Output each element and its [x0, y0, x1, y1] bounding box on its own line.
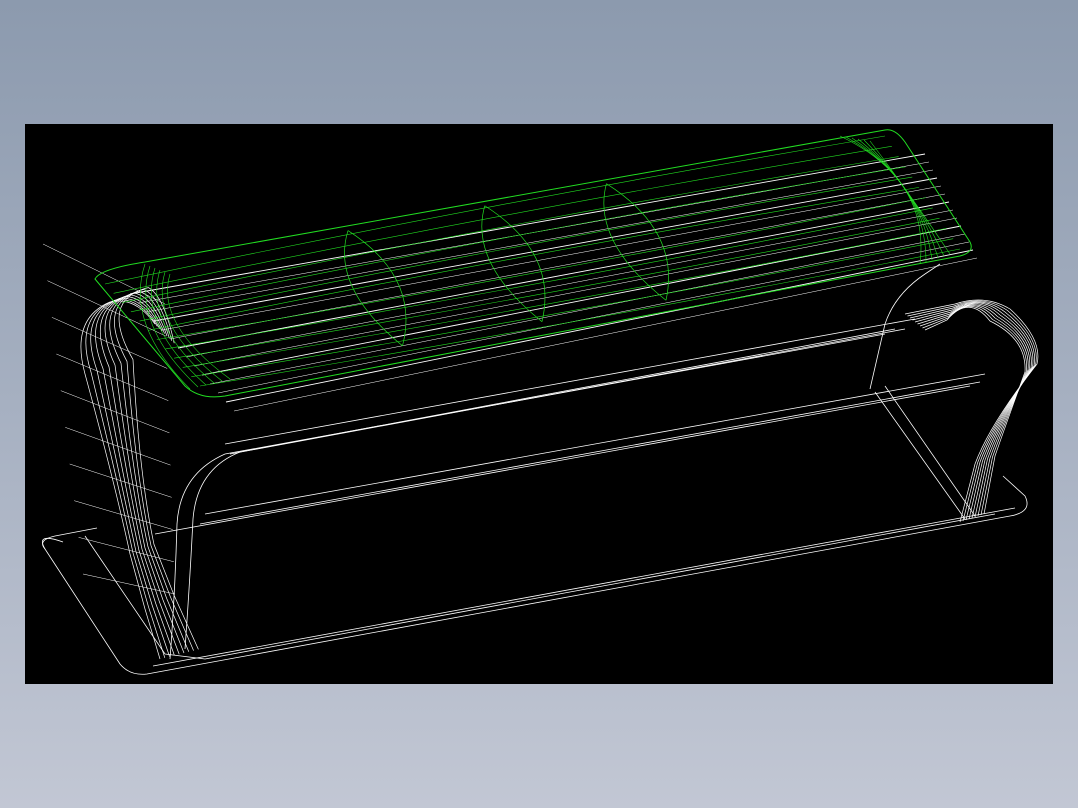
cushion-contour — [199, 248, 961, 387]
left-leg-inner-sweep — [169, 333, 886, 660]
left-leg-inner-sweep-2 — [184, 328, 896, 650]
base-frame-wireframe — [41, 153, 1039, 675]
cushion-contour — [130, 166, 906, 313]
wireframe-drawing — [41, 129, 1039, 675]
right-leg-inner-diagonal-2 — [884, 385, 976, 517]
base-plate-inner-edge — [152, 507, 1016, 667]
cushion-left-end — [156, 269, 215, 384]
seat-cushion-wireframe — [94, 129, 972, 398]
base-front-rail — [229, 328, 906, 455]
left-leg-band — [104, 292, 185, 654]
base-back-rim-inner — [154, 385, 971, 535]
left-leg-rib — [56, 353, 169, 401]
base-top-rail — [177, 201, 950, 349]
left-leg-band — [118, 287, 199, 650]
cushion-section-2-back — [484, 205, 546, 322]
cushion-contour — [113, 145, 892, 294]
cushion-contour — [191, 238, 954, 378]
left-leg-rib — [60, 390, 170, 434]
right-leg-inner-diagonal — [874, 391, 966, 520]
base-plate-inner-rim — [84, 513, 996, 660]
left-leg-band — [85, 299, 166, 658]
base-top-rail — [217, 241, 970, 394]
right-leg-inner-edge — [869, 263, 941, 390]
base-back-rim-lower — [199, 381, 981, 525]
base-top-rail — [193, 217, 958, 367]
base-top-rail — [129, 153, 926, 295]
base-top-rail — [225, 249, 974, 403]
left-leg-rib — [78, 537, 174, 563]
cushion-left-end — [167, 273, 231, 380]
cushion-contour — [122, 156, 899, 303]
base-top-rail — [185, 209, 954, 358]
cushion-section-1-back — [347, 230, 407, 346]
base-top-rail — [209, 233, 966, 385]
base-top-rail — [161, 185, 942, 331]
left-leg-rib — [65, 427, 171, 466]
cad-viewport[interactable] — [25, 124, 1053, 684]
base-back-rim-top — [204, 373, 986, 515]
cushion-contour — [165, 207, 933, 350]
left-leg-rib — [42, 243, 166, 305]
cushion-outline — [94, 129, 972, 398]
cushion-contour — [148, 187, 920, 331]
left-leg-rib — [69, 463, 172, 498]
right-leg-band — [907, 300, 1037, 522]
base-top-rail — [201, 225, 962, 376]
